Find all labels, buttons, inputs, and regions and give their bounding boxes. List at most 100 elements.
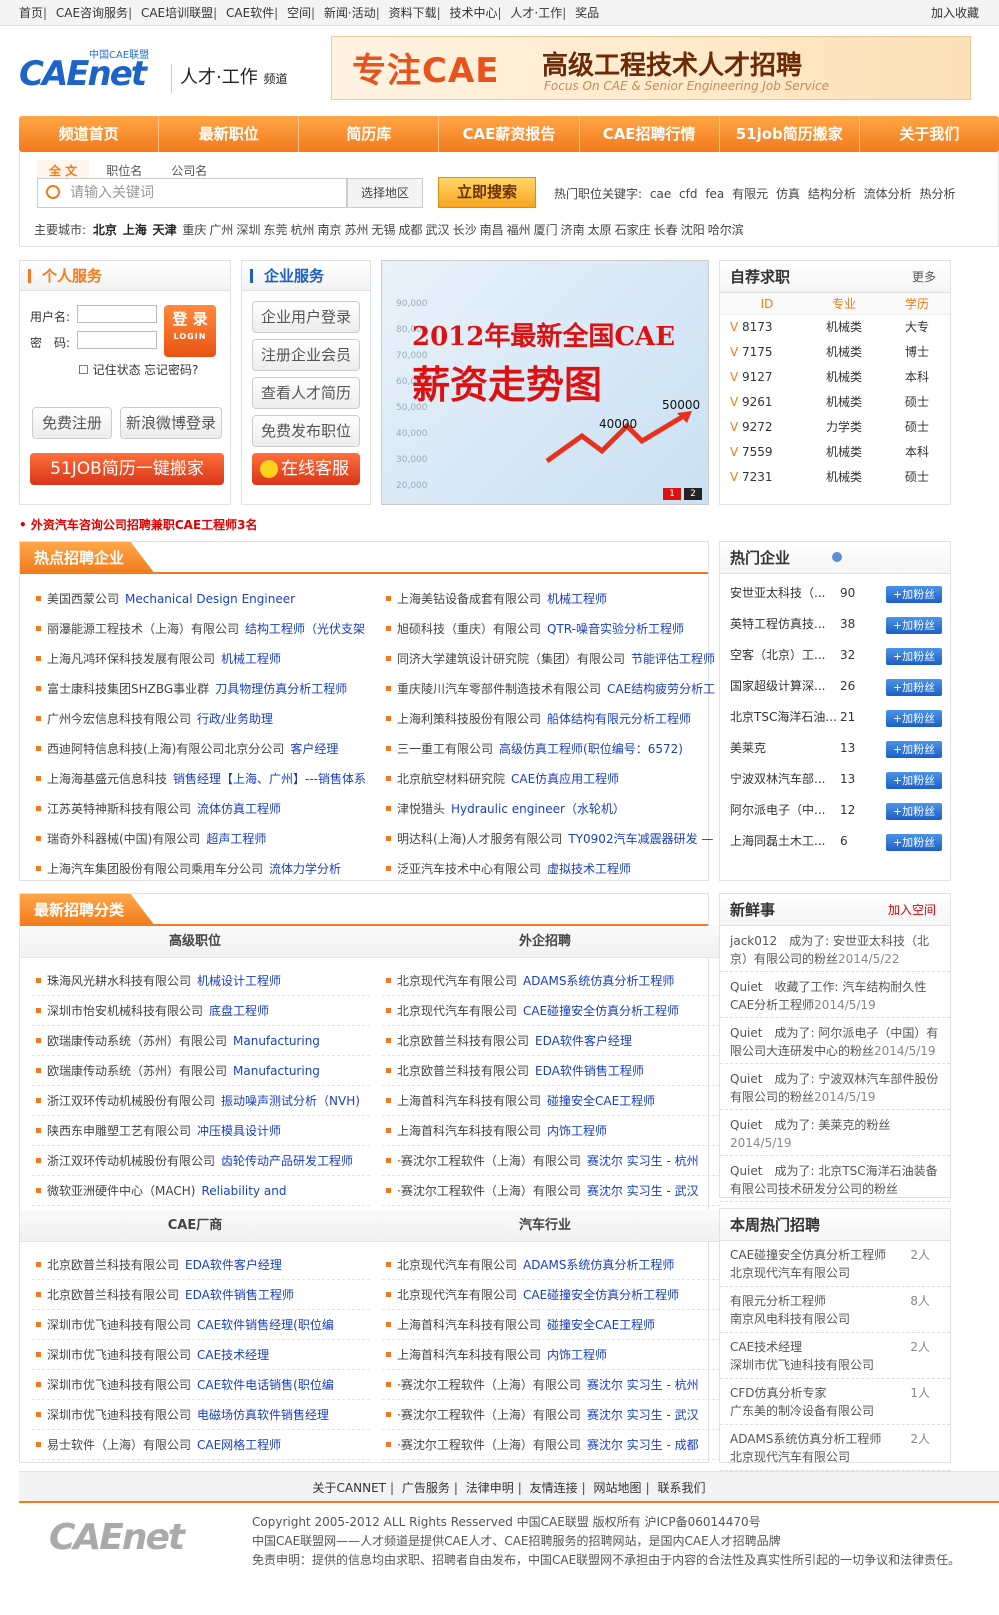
add-fan-button[interactable]: +加粉丝 <box>886 803 942 820</box>
company-link[interactable]: 北京航空材料研究院 <box>397 772 505 786</box>
job-link[interactable]: 冲压模具设计师 <box>197 1124 281 1138</box>
banner-page-2[interactable]: 2 <box>684 488 702 500</box>
fresh-item[interactable]: jack012 成为了: 安世亚太科技（北京）有限公司的粉丝2014/5/22 <box>720 926 950 972</box>
company-link[interactable]: 北京欧普兰科技有限公司 <box>47 1258 179 1272</box>
search-button[interactable]: 立即搜索 <box>438 177 536 208</box>
nav-about[interactable]: 关于我们 <box>860 116 999 152</box>
company-link[interactable]: 浙江双环传动机械股份有限公司 <box>47 1154 215 1168</box>
job-link[interactable]: 机械工程师 <box>221 652 281 666</box>
company-link[interactable]: 泛亚汽车技术中心有限公司 <box>397 862 541 876</box>
job-link[interactable]: 机械设计工程师 <box>197 974 281 988</box>
company-link[interactable]: 北京欧普兰科技有限公司 <box>47 1288 179 1302</box>
top-link-software[interactable]: CAE软件 <box>226 6 274 20</box>
weekly-job-title[interactable]: CAE碰撞安全仿真分析工程师 <box>730 1246 940 1264</box>
weekly-job-title[interactable]: ADAMS系统仿真分析工程师 <box>730 1430 940 1448</box>
company-link[interactable]: 丽瀑能源工程技术（上海）有限公司 <box>47 622 239 636</box>
company-link[interactable]: 深圳市优飞迪科技有限公司 <box>47 1348 191 1362</box>
company-link[interactable]: 上海首科汽车科技有限公司 <box>397 1318 541 1332</box>
job-link[interactable]: 电磁场仿真软件销售经理 <box>197 1408 329 1422</box>
job-link[interactable]: ADAMS系统仿真分析工程师 <box>523 974 674 988</box>
job-link[interactable]: 虚拟技术工程师 <box>547 862 631 876</box>
company-link[interactable]: 上海海基盛元信息科技 <box>47 772 167 786</box>
job-link[interactable]: Reliability and <box>201 1184 286 1198</box>
nav-latest-jobs[interactable]: 最新职位 <box>159 116 300 152</box>
company-link[interactable]: 上海首科汽车科技有限公司 <box>397 1124 541 1138</box>
company-link[interactable]: 欧瑞康传动系统（苏州）有限公司 <box>47 1064 227 1078</box>
city-link[interactable]: 广州 <box>209 223 233 237</box>
company-link[interactable]: 上海凡鸿环保科技发展有限公司 <box>47 652 215 666</box>
weibo-login-button[interactable]: 新浪微博登录 <box>120 407 222 439</box>
footer-link-sitemap[interactable]: 网站地图 <box>594 1481 642 1495</box>
weekly-job-item[interactable]: CAE碰撞安全仿真分析工程师 北京现代汽车有限公司 2人 <box>720 1241 950 1287</box>
hot-keyword[interactable]: 有限元 <box>732 187 768 201</box>
job-link[interactable]: CAE结构疲劳分析工 <box>607 682 715 696</box>
seeker-id[interactable]: V 9272 <box>720 415 804 440</box>
top-link-news[interactable]: 新闻·活动 <box>324 6 376 20</box>
job-link[interactable]: CAE技术经理 <box>197 1348 269 1362</box>
city-link[interactable]: 杭州 <box>290 223 314 237</box>
job-link[interactable]: 结构工程师（光伏支架 <box>245 622 365 636</box>
enterprise-register-button[interactable]: 注册企业会员 <box>252 339 360 371</box>
job-link[interactable]: 齿轮传动产品研发工程师 <box>221 1154 353 1168</box>
register-button[interactable]: 免费注册 <box>32 407 112 439</box>
footer-link-friends[interactable]: 友情连接 <box>530 1481 578 1495</box>
job-link[interactable]: 赛沈尔 实习生 - 武汉 <box>587 1184 699 1198</box>
top-link-home[interactable]: 首页 <box>19 6 43 20</box>
company-link[interactable]: 明达科(上海)人才服务有限公司 <box>397 832 562 846</box>
company-link[interactable]: 上海汽车集团股份有限公司乘用车分公司 <box>47 862 263 876</box>
job-link[interactable]: CAE软件销售经理(职位编 <box>197 1318 334 1332</box>
company-link[interactable]: 上海美钻设备成套有限公司 <box>397 592 541 606</box>
company-link[interactable]: 上海首科汽车科技有限公司 <box>397 1348 541 1362</box>
remember-checkbox[interactable]: ☐ 记住状态 <box>78 361 141 378</box>
nav-resume-db[interactable]: 简历库 <box>299 116 440 152</box>
seeker-id[interactable]: V 8173 <box>720 315 804 340</box>
city-link[interactable]: 哈尔滨 <box>708 223 744 237</box>
salary-trend-banner[interactable]: 90,000 80,000 70,000 60,000 50,000 40,00… <box>381 260 709 505</box>
company-link[interactable]: 北京欧普兰科技有限公司 <box>397 1064 529 1078</box>
company-link[interactable]: 陕西东申雕塑工艺有限公司 <box>47 1124 191 1138</box>
company-link[interactable]: 易士软件（上海）有限公司 <box>47 1438 191 1452</box>
company-link[interactable]: 津悦猎头 <box>397 802 445 816</box>
weekly-job-item[interactable]: ADAMS系统仿真分析工程师 北京现代汽车有限公司 2人 <box>720 1425 950 1471</box>
weekly-job-title[interactable]: CFD仿真分析专家 <box>730 1384 940 1402</box>
weekly-job-item[interactable]: CAE技术经理 深圳市优飞迪科技有限公司 2人 <box>720 1333 950 1379</box>
search-input[interactable]: 请输入关键词 <box>37 178 347 208</box>
add-fan-button[interactable]: +加粉丝 <box>886 648 942 665</box>
fresh-item[interactable]: Quiet 成为了: 阿尔派电子（中国）有限公司大连研发中心的粉丝2014/5/… <box>720 1018 950 1064</box>
hot-keyword[interactable]: cae <box>650 187 671 201</box>
job-link[interactable]: 内饰工程师 <box>547 1124 607 1138</box>
city-link[interactable]: 济南 <box>561 223 585 237</box>
seekers-more-link[interactable]: 更多 <box>912 261 936 293</box>
company-link[interactable]: 珠海风光耕水科技有限公司 <box>47 974 191 988</box>
company-link[interactable]: 深圳市优飞迪科技有限公司 <box>47 1318 191 1332</box>
city-link[interactable]: 武汉 <box>426 223 450 237</box>
seeker-row[interactable]: V 7559 机械类 本科 <box>720 440 950 465</box>
company-link[interactable]: 三一重工有限公司 <box>397 742 493 756</box>
job-link[interactable]: Manufacturing <box>233 1034 320 1048</box>
job-link[interactable]: 流体力学分析 <box>269 862 341 876</box>
company-link[interactable]: 同济大学建筑设计研究院（集团）有限公司 <box>397 652 625 666</box>
add-favorite-link[interactable]: 加入收藏 <box>931 0 979 26</box>
seeker-id[interactable]: V 7231 <box>720 465 804 490</box>
nav-market[interactable]: CAE招聘行情 <box>580 116 720 152</box>
top-link-download[interactable]: 资料下载 <box>389 6 437 20</box>
banner-page-1[interactable]: 1 <box>663 488 681 500</box>
weekly-job-item[interactable]: CFD仿真分析专家 广东美的制冷设备有限公司 1人 <box>720 1379 950 1425</box>
job-link[interactable]: CAE仿真应用工程师 <box>511 772 619 786</box>
fresh-item[interactable]: Quiet 收藏了工作: 汽车结构耐久性CAE分析工程师2014/5/19 <box>720 972 950 1018</box>
job-link[interactable]: EDA软件客户经理 <box>185 1258 282 1272</box>
enterprise-link[interactable]: 国家超级计算深... <box>730 679 825 693</box>
job-link[interactable]: 振动噪声测试分析（NVH) <box>221 1094 360 1108</box>
city-link[interactable]: 石家庄 <box>615 223 651 237</box>
company-link[interactable]: 美国西蒙公司 <box>47 592 119 606</box>
enterprise-link[interactable]: 阿尔派电子（中... <box>730 803 825 817</box>
add-fan-button[interactable]: +加粉丝 <box>886 834 942 851</box>
add-fan-button[interactable]: +加粉丝 <box>886 617 942 634</box>
select-area-button[interactable]: 选择地区 <box>347 178 423 208</box>
top-link-train[interactable]: CAE培训联盟 <box>141 6 213 20</box>
add-fan-button[interactable]: +加粉丝 <box>886 679 942 696</box>
city-link[interactable]: 厦门 <box>534 223 558 237</box>
hot-keyword[interactable]: 结构分析 <box>808 187 856 201</box>
job-link[interactable]: CAE碰撞安全仿真分析工程师 <box>523 1288 679 1302</box>
password-input[interactable] <box>77 331 157 349</box>
